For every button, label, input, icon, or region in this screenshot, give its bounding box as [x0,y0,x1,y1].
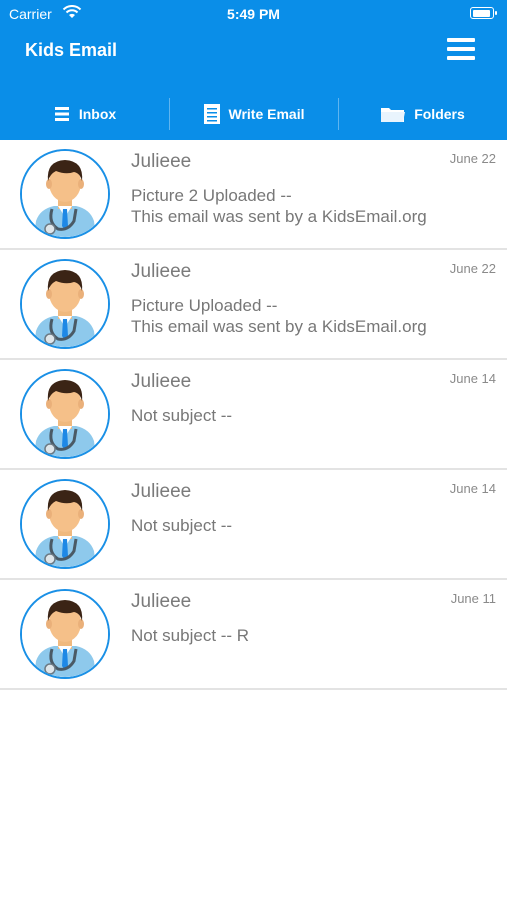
doctor-avatar-icon [22,151,108,237]
tab-folders[interactable]: Folders [338,92,507,136]
email-date: June 11 [450,591,496,606]
email-sender: Julieee [131,371,192,392]
doctor-avatar-icon [22,591,108,677]
email-row[interactable]: Julieee June 11 Not subject -- R [0,580,507,690]
tab-bar: Inbox Write Email Folders [0,92,507,136]
list-icon [54,107,69,121]
tab-write-email-label: Write Email [228,106,305,122]
email-row[interactable]: Julieee June 14 Not subject -- [0,470,507,580]
clock: 5:49 PM [227,6,280,22]
email-subject: Not subject -- R [131,625,249,646]
email-row[interactable]: Julieee June 14 Not subject -- [0,360,507,470]
avatar [20,259,110,349]
doctor-avatar-icon [22,371,108,457]
email-sender: Julieee [131,481,192,502]
email-date: June 14 [449,371,496,386]
email-subject: Not subject -- [131,405,232,426]
email-date: June 14 [449,481,496,496]
email-row[interactable]: Julieee June 22 Picture 2 Uploaded -- Th… [0,140,507,250]
email-subject-line1: Picture 2 Uploaded -- [131,186,292,205]
avatar [20,479,110,569]
email-subject-line1: Not subject -- [131,516,233,535]
email-sender: Julieee [131,261,192,282]
tab-write-email[interactable]: Write Email [169,92,338,136]
email-subject: Picture 2 Uploaded -- This email was sen… [131,185,427,227]
doctor-avatar-icon [22,481,108,567]
tab-folders-label: Folders [414,106,465,122]
email-sender: Julieee [131,151,192,172]
email-subject-line1: Picture Uploaded -- [131,296,278,315]
email-subject-line2: This email was sent by a KidsEmail.org [131,207,427,226]
app-title: Kids Email [25,40,118,60]
tab-inbox[interactable]: Inbox [0,92,169,136]
email-subject-line1: Not subject -- [131,406,233,425]
email-date: June 22 [449,151,496,166]
email-row[interactable]: Julieee June 22 Picture Uploaded -- This… [0,250,507,360]
status-bar: Carrier 5:49 PM [0,0,507,28]
email-sender: Julieee [131,591,192,612]
avatar [20,589,110,679]
email-date: June 22 [449,261,496,276]
document-icon [203,104,220,124]
email-subject-line2: This email was sent by a KidsEmail.org [131,317,427,336]
tab-inbox-label: Inbox [78,106,117,122]
email-subject: Picture Uploaded -- This email was sent … [131,295,427,337]
folder-icon [381,108,406,122]
avatar [20,149,110,239]
avatar [20,369,110,459]
battery-icon [470,7,497,19]
email-subject: Not subject -- [131,515,232,536]
hamburger-menu-button[interactable] [447,38,475,66]
email-list: Julieee June 22 Picture 2 Uploaded -- Th… [0,140,507,690]
app-header: Carrier 5:49 PM Kids Email Inbox Write E… [0,0,507,140]
doctor-avatar-icon [22,261,108,347]
email-subject-line1: Not subject -- R [131,626,250,645]
